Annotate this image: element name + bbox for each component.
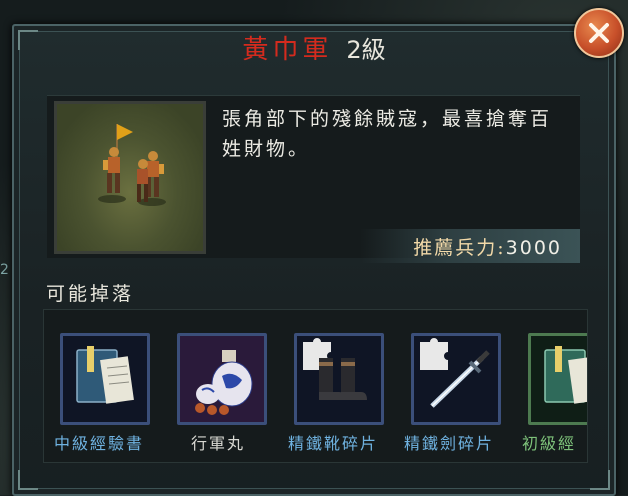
unit-portrait [54, 101, 206, 254]
frame-corner [590, 470, 610, 490]
frame-corner [18, 470, 38, 490]
drop-item-book-basic[interactable] [528, 333, 587, 425]
drop-item-label: 行軍丸 [191, 434, 246, 453]
recommended-power: 推薦兵力:3000 [413, 233, 562, 260]
sword-fragment-icon [420, 338, 490, 408]
drops-title: 可能掉落 [46, 283, 135, 305]
map-edge-mark: 2 [0, 262, 9, 278]
close-button[interactable] [574, 8, 624, 58]
drop-item-sword-fragment[interactable] [411, 333, 501, 425]
close-icon [589, 23, 609, 43]
medicine-jar-icon [195, 350, 253, 415]
drop-item-book[interactable] [60, 333, 150, 425]
recommended-power-label: 推薦兵力: [413, 237, 506, 259]
drop-item-label: 精鐵劍碎片 [404, 434, 495, 453]
drops-panel: 中級經驗書 行軍丸 精鐵靴碎片 精鐵劍碎片 初級經 [43, 309, 588, 463]
boots-fragment-icon [303, 338, 367, 400]
drop-item-label: 中級經驗書 [54, 434, 145, 453]
book-icon [544, 346, 587, 404]
recommended-power-value: 3000 [505, 237, 562, 259]
drop-item-boots-fragment[interactable] [294, 333, 384, 425]
book-icon [76, 346, 134, 404]
dialog-title: 黃巾軍 2級 [0, 30, 628, 70]
drop-item-label: 精鐵靴碎片 [288, 434, 379, 453]
unit-level: 2級 [346, 36, 386, 64]
drop-item-medicine[interactable] [177, 333, 267, 425]
unit-name: 黃巾軍 [242, 35, 333, 65]
unit-description: 張角部下的殘餘賊寇，最喜搶奪百姓財物。 [222, 108, 553, 160]
drop-item-label: 初級經 [522, 434, 577, 453]
